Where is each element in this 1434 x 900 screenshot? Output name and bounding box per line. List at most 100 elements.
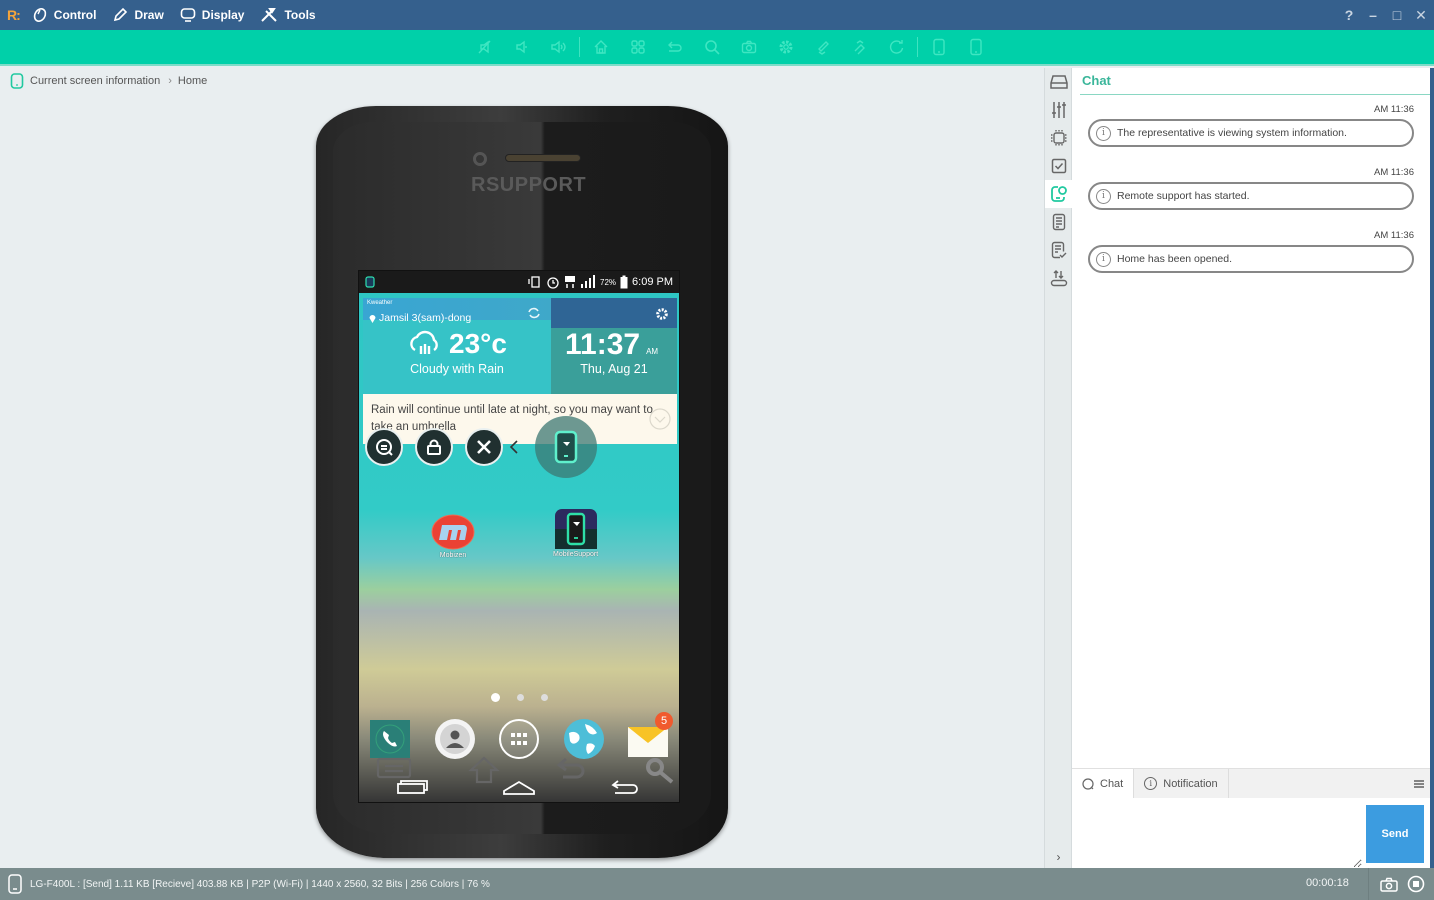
side-tab-tasks[interactable] (1045, 152, 1072, 180)
pen-up-button[interactable] (841, 30, 878, 64)
side-tab-chat[interactable] (1045, 180, 1072, 208)
home-button[interactable] (582, 30, 619, 64)
home-key-icon[interactable] (468, 756, 500, 784)
settings-button[interactable] (767, 30, 804, 64)
maximize-button[interactable]: □ (1390, 7, 1404, 23)
dock-contacts[interactable] (434, 718, 476, 760)
session-timer: 00:00:18 (1306, 877, 1349, 889)
device-screen[interactable]: 72% 6:09 PM Kweather Jamsil 3(sam)-dong (358, 270, 680, 803)
camera-icon (741, 40, 756, 54)
tab-notification[interactable]: i Notification (1134, 769, 1229, 798)
record-stop-icon[interactable] (1407, 875, 1425, 893)
chat-tabs: Chat i Notification (1072, 768, 1430, 798)
device-icon (8, 874, 22, 894)
back-key-icon[interactable] (556, 756, 588, 782)
apps-button[interactable] (619, 30, 656, 64)
side-tab-storage[interactable] (1045, 68, 1072, 96)
pen-icon (114, 7, 128, 22)
close-button[interactable]: ✕ (1414, 7, 1428, 24)
help-button[interactable]: ? (1342, 7, 1356, 23)
side-tab-settings[interactable] (1045, 96, 1072, 124)
lte-icon (565, 276, 576, 288)
side-tab-hardware[interactable] (1045, 124, 1072, 152)
app-dock: 5 (369, 712, 673, 760)
expand-panel-button[interactable]: › (1045, 850, 1072, 864)
screenshot-icon[interactable] (1380, 877, 1398, 892)
location-pin-icon (369, 314, 376, 323)
screen-viewer: Current screen information › Home RSUPPO… (0, 68, 1044, 868)
settings-icon[interactable] (655, 307, 669, 321)
menu-control[interactable]: Control (32, 7, 96, 23)
weather-location: Jamsil 3(sam)-dong (369, 312, 471, 324)
info-icon: i (1096, 251, 1111, 267)
tab-chat[interactable]: Chat (1072, 769, 1135, 798)
refresh-icon[interactable] (527, 306, 541, 320)
dock-internet[interactable] (563, 718, 605, 760)
chat-message-input[interactable] (1072, 798, 1362, 868)
close-icon (477, 440, 491, 454)
app-mobizen[interactable]: Mobizen (431, 514, 475, 559)
chat-panel: Chat AM 11:36 i The representative is vi… (1072, 68, 1430, 868)
mute-button[interactable] (466, 30, 503, 64)
menu-key-icon[interactable] (376, 756, 412, 780)
minimize-button[interactable]: – (1366, 7, 1380, 23)
menu-tools-label: Tools (284, 8, 316, 22)
page-dot-1[interactable] (490, 693, 500, 702)
alarm-icon (547, 277, 559, 289)
dock-apps[interactable] (498, 718, 540, 760)
menu-display-label: Display (201, 8, 245, 22)
email-badge: 5 (655, 712, 673, 730)
message-time: AM 11:36 (1374, 167, 1414, 178)
back-button[interactable] (656, 30, 693, 64)
close-float-button[interactable] (465, 428, 503, 466)
mobilesupport-float-button[interactable] (535, 416, 597, 478)
pen-up-icon (854, 40, 865, 55)
side-tab-transfer[interactable] (1045, 264, 1072, 292)
send-button[interactable]: Send (1366, 805, 1424, 863)
search-icon (704, 40, 720, 55)
page-dot-3[interactable] (540, 694, 548, 701)
side-tab-logs[interactable] (1045, 208, 1072, 236)
widget-clock: 11:37 (565, 328, 641, 361)
breadcrumb-root[interactable]: Current screen information (30, 75, 160, 87)
volume-up-icon (550, 40, 566, 54)
side-tab-reports[interactable] (1045, 236, 1072, 264)
tools-icon (261, 8, 278, 22)
landscape-button[interactable] (957, 30, 994, 64)
refresh-icon (889, 40, 903, 54)
expand-icon[interactable] (649, 408, 671, 430)
earpiece (505, 154, 581, 162)
menu-tools[interactable]: Tools (260, 7, 316, 23)
volume-down-button[interactable] (503, 30, 540, 64)
search-key-icon[interactable] (644, 756, 676, 786)
brand-logo: RSUPPORT (471, 174, 587, 196)
app-logo: R: (7, 7, 21, 23)
portrait-button[interactable] (920, 30, 957, 64)
vibrate-icon (528, 276, 540, 288)
mobizen-icon (431, 514, 475, 550)
app-mobilesupport[interactable]: MobileSupport (553, 509, 598, 558)
info-icon: i (1144, 777, 1158, 790)
dock-email[interactable]: 5 (627, 712, 673, 760)
page-dot-2[interactable] (516, 694, 524, 701)
collapse-icon[interactable] (509, 439, 519, 455)
lock-float-button[interactable] (415, 428, 453, 466)
chat-float-button[interactable] (365, 428, 403, 466)
device-clock: 6:09 PM (632, 276, 673, 288)
refresh-button[interactable] (878, 30, 915, 64)
phone-landscape-icon (969, 38, 982, 56)
hardware-keys (376, 756, 676, 786)
menu-draw[interactable]: Draw (112, 7, 164, 23)
search-button[interactable] (693, 30, 730, 64)
dock-phone[interactable] (369, 718, 411, 760)
system-message: i Home has been opened. (1088, 245, 1414, 273)
volume-up-button[interactable] (540, 30, 577, 64)
settings-icon (779, 40, 792, 54)
screenshot-button[interactable] (730, 30, 767, 64)
app-drawer-icon (499, 719, 539, 759)
menu-display[interactable]: Display (180, 7, 245, 23)
chat-menu-button[interactable] (1414, 769, 1430, 798)
weather-condition: Cloudy with Rain (410, 362, 504, 376)
pen-down-button[interactable] (804, 30, 841, 64)
breadcrumb-current: Home (177, 75, 208, 87)
